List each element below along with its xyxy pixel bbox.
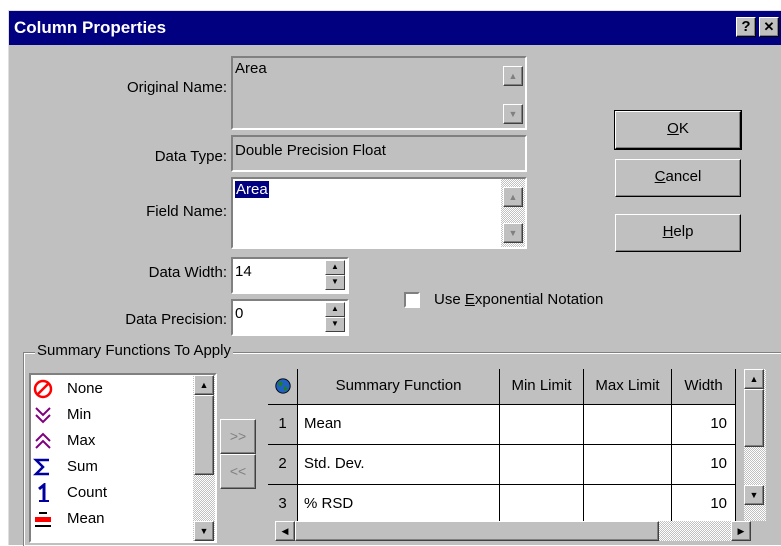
window-title: Column Properties [14, 18, 167, 37]
grid-corner[interactable] [268, 369, 298, 405]
spin-down-icon[interactable]: ▼ [325, 317, 345, 332]
original-name-field: Area ▲ ▼ [231, 56, 527, 130]
summary-grid[interactable]: Summary Function Min Limit Max Limit Wid… [268, 369, 776, 521]
sigma-icon [33, 458, 49, 476]
no-symbol-icon [33, 379, 53, 399]
scroll-thumb[interactable] [744, 389, 764, 447]
data-type-value: Double Precision Float [235, 142, 386, 159]
number-one-icon [38, 483, 49, 502]
scroll-left-icon[interactable]: ◀ [275, 521, 295, 541]
grid-cell-min[interactable] [500, 405, 584, 445]
spin-down-icon[interactable]: ▼ [325, 275, 345, 290]
field-name-value: Area [235, 181, 269, 198]
data-type-field: Double Precision Float [231, 135, 527, 172]
globe-icon [274, 378, 291, 394]
scroll-up-icon[interactable]: ▲ [744, 369, 764, 389]
scroll-down-icon[interactable]: ▼ [503, 104, 523, 124]
exponential-notation-checkbox[interactable] [404, 292, 420, 308]
remove-function-button[interactable]: << [220, 454, 256, 489]
scroll-up-icon[interactable]: ▲ [503, 187, 523, 207]
original-name-label: Original Name: [126, 79, 227, 96]
scroll-down-icon[interactable]: ▼ [194, 521, 214, 541]
double-chevron-down-icon [35, 407, 51, 424]
field-name-scrollbar[interactable]: ▲ ▼ [501, 179, 525, 247]
spin-up-icon[interactable]: ▲ [325, 302, 345, 317]
field-name-input[interactable]: Area ▲ ▼ [231, 177, 527, 249]
grid-cell-width[interactable]: 10 [672, 485, 736, 521]
scroll-up-icon[interactable]: ▲ [194, 375, 214, 395]
summary-group-label: Summary Functions To Apply [35, 342, 233, 359]
original-name-value: Area [235, 60, 267, 77]
grid-header-max-limit[interactable]: Max Limit [584, 369, 672, 405]
grid-vertical-scrollbar[interactable]: ▲ ▼ [744, 369, 766, 521]
spin-up-icon[interactable]: ▲ [325, 260, 345, 275]
row-header[interactable]: 2 [268, 445, 298, 485]
scroll-down-icon[interactable]: ▼ [744, 485, 764, 505]
title-bar: Column Properties ? ✕ [9, 11, 781, 45]
mean-bar-icon [35, 512, 51, 527]
data-precision-value: 0 [235, 305, 244, 322]
cancel-button[interactable]: Cancel [615, 159, 741, 197]
grid-cell-function[interactable]: Mean [298, 405, 500, 445]
row-header[interactable]: 3 [268, 485, 298, 521]
data-precision-input[interactable]: 0 ▲ ▼ [231, 299, 349, 336]
grid-cell-max[interactable] [584, 485, 672, 521]
grid-cell-width[interactable]: 10 [672, 405, 736, 445]
function-list-scrollbar[interactable]: ▲ ▼ [193, 375, 215, 541]
data-width-value: 14 [235, 263, 252, 280]
help-title-button[interactable]: ? [736, 17, 756, 37]
add-function-button[interactable]: >> [220, 419, 256, 454]
scroll-up-icon[interactable]: ▲ [503, 66, 523, 86]
scroll-thumb[interactable] [194, 395, 214, 475]
double-chevron-up-icon [35, 432, 51, 449]
data-precision-spinner[interactable]: ▲ ▼ [325, 302, 345, 332]
data-width-spinner[interactable]: ▲ ▼ [325, 260, 345, 290]
column-properties-dialog: Column Properties ? ✕ Original Name: Are… [8, 10, 781, 546]
help-button[interactable]: Help [615, 214, 741, 252]
grid-cell-max[interactable] [584, 445, 672, 485]
grid-header-min-limit[interactable]: Min Limit [500, 369, 584, 405]
grid-header-function[interactable]: Summary Function [298, 369, 500, 405]
data-precision-label: Data Precision: [125, 311, 227, 328]
field-name-label: Field Name: [146, 203, 227, 220]
grid-cell-function[interactable]: Std. Dev. [298, 445, 500, 485]
ok-button[interactable]: OK [614, 110, 742, 150]
row-header[interactable]: 1 [268, 405, 298, 445]
grid-cell-width[interactable]: 10 [672, 445, 736, 485]
grid-cell-min[interactable] [500, 445, 584, 485]
data-width-label: Data Width: [148, 264, 227, 281]
grid-cell-min[interactable] [500, 485, 584, 521]
scroll-right-icon[interactable]: ▶ [731, 521, 751, 541]
original-name-scrollbar[interactable]: ▲ ▼ [501, 58, 525, 128]
summary-function-list[interactable]: None Min Max Sum Count Mean ▲ ▼ [29, 373, 217, 543]
close-button[interactable]: ✕ [759, 17, 779, 37]
data-type-label: Data Type: [154, 148, 227, 165]
grid-cell-function[interactable]: % RSD [298, 485, 500, 521]
grid-header-width[interactable]: Width [672, 369, 736, 405]
data-width-input[interactable]: 14 ▲ ▼ [231, 257, 349, 294]
scroll-down-icon[interactable]: ▼ [503, 223, 523, 243]
grid-cell-max[interactable] [584, 405, 672, 445]
grid-horizontal-scrollbar[interactable]: ◀ ▶ [275, 521, 751, 541]
exponential-notation-label[interactable]: Use Exponential Notation [434, 291, 603, 308]
scroll-thumb[interactable] [295, 521, 659, 541]
